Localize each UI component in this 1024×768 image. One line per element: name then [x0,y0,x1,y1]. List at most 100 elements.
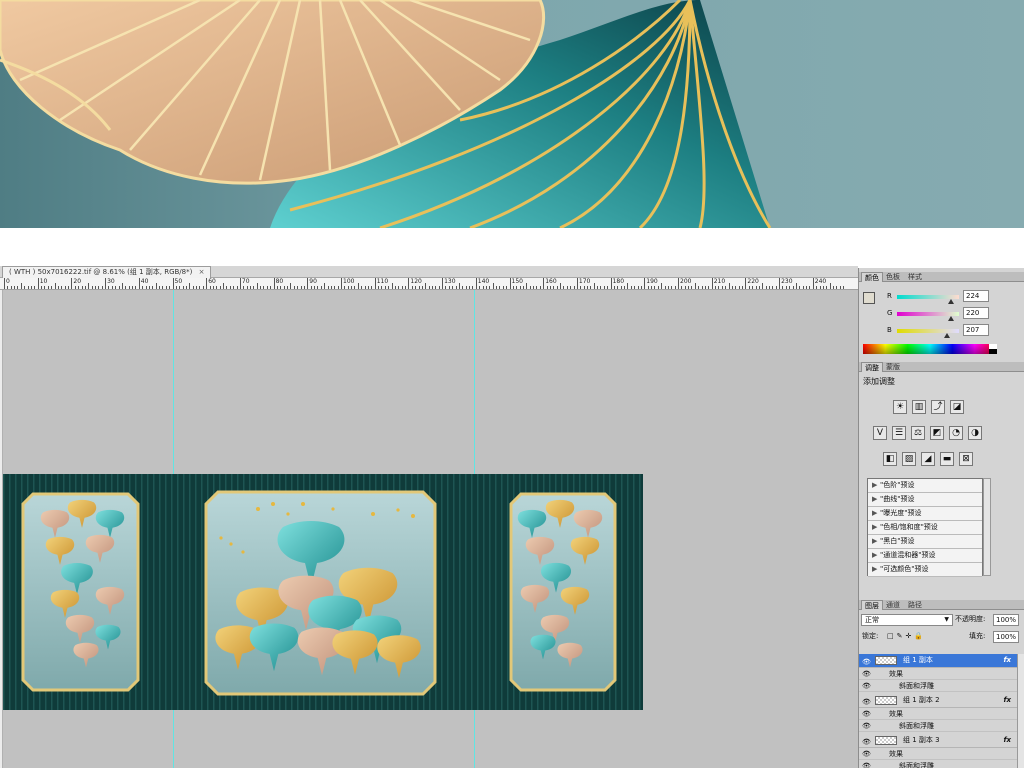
preset-item[interactable]: ▶ "色相/饱和度"预设 [868,521,982,535]
hue-saturation-icon[interactable]: ☰ [892,426,906,440]
ruler-tick [71,278,73,289]
blue-value-input[interactable]: 207 [963,324,989,336]
expand-arrow-icon[interactable]: ▶ [872,521,880,534]
layer-row[interactable]: 👁 组 1 副本 3 fx [859,734,1017,748]
layer-bevel-row[interactable]: 👁 斜面和浮雕 [859,720,1017,732]
expand-arrow-icon[interactable]: ▶ [872,563,880,576]
preset-item[interactable]: ▶ "黑白"预设 [868,535,982,549]
ruler-tick [779,278,781,289]
eye-icon[interactable]: 👁 [862,680,871,692]
exposure-icon[interactable]: ◪ [950,400,964,414]
ruler-minor-tick [445,286,447,289]
selective-color-icon[interactable]: ⊠ [959,452,973,466]
layer-effects-row[interactable]: 👁 效果 [859,708,1017,720]
expand-arrow-icon[interactable]: ▶ [872,493,880,506]
chevron-down-icon: ▼ [944,616,949,623]
eye-icon[interactable]: 👁 [862,668,871,680]
preset-item[interactable]: ▶ "色阶"预设 [868,479,982,493]
expand-arrow-icon[interactable]: ▶ [872,479,880,492]
green-value-input[interactable]: 220 [963,307,989,319]
curves-icon[interactable]: ⤴ [931,400,945,414]
horizontal-ruler[interactable]: 0 10 20 30 40 50 60 70 80 90 100 110 120 130 140 150 160… [0,278,858,290]
layer-bevel-row[interactable]: 👁 斜面和浮雕 [859,680,1017,692]
fx-icon[interactable]: fx [1003,654,1011,667]
tab-channels[interactable]: 通道 [883,600,903,610]
preset-item[interactable]: ▶ "曲线"预设 [868,493,982,507]
ruler-minor-tick [236,286,238,289]
red-value-input[interactable]: 224 [963,290,989,302]
canvas-area[interactable] [3,290,858,768]
adjust-panel-tabs: 调整 蒙版 [859,362,1024,372]
tab-swatches[interactable]: 色板 [883,272,903,282]
ruler-minor-tick [694,283,696,289]
ruler-minor-tick [20,283,22,289]
ruler-minor-tick [330,286,332,289]
color-spectrum-bar[interactable] [863,344,997,354]
ruler-minor-tick [742,286,744,289]
foreground-color-swatch[interactable] [863,292,875,304]
green-slider[interactable]: G 220 [879,307,1019,323]
photo-filter-icon[interactable]: ◔ [949,426,963,440]
blue-slider[interactable]: B 207 [879,324,1019,340]
opacity-input[interactable]: 100% [993,614,1019,626]
eye-icon[interactable]: 👁 [862,760,871,768]
threshold-icon[interactable]: ◢ [921,452,935,466]
layer-effects-row[interactable]: 👁 效果 [859,668,1017,680]
brightness-contrast-icon[interactable]: ☀ [893,400,907,414]
red-thumb[interactable] [948,299,955,304]
green-thumb[interactable] [947,316,954,321]
preset-item[interactable]: ▶ "曝光度"预设 [868,507,982,521]
tab-color[interactable]: 颜色 [861,272,883,282]
levels-icon[interactable]: ▥ [912,400,926,414]
ruler-minor-tick [398,286,400,289]
preset-item[interactable]: ▶ "可选颜色"预设 [868,563,982,577]
ruler-minor-tick [68,286,70,289]
gradient-map-icon[interactable]: ▬ [940,452,954,466]
invert-icon[interactable]: ◧ [883,452,897,466]
ruler-minor-tick [522,286,524,289]
black-white-icon[interactable]: ◩ [930,426,944,440]
vibrance-icon[interactable]: V [873,426,887,440]
ruler-tick [341,278,342,289]
expand-arrow-icon[interactable]: ▶ [872,549,880,562]
ruler-minor-tick [452,286,454,289]
expand-arrow-icon[interactable]: ▶ [872,507,880,520]
ruler-minor-tick [775,286,777,289]
tab-styles[interactable]: 样式 [905,272,925,282]
layer-bevel-row[interactable]: 👁 斜面和浮雕 [859,760,1017,768]
color-balance-icon[interactable]: ⚖ [911,426,925,440]
fill-input[interactable]: 100% [993,631,1019,643]
black-white-ramp[interactable] [989,344,997,354]
channel-mixer-icon[interactable]: ◑ [968,426,982,440]
document-tab[interactable]: ( WTH ) 50x7016222.tif @ 8.61% (组 1 副本, … [2,266,212,278]
tab-paths[interactable]: 路径 [905,600,925,610]
tab-layers[interactable]: 图层 [861,600,883,610]
layer-row[interactable]: 👁 组 1 副本 2 fx [859,694,1017,708]
layer-effects-row[interactable]: 👁 效果 [859,748,1017,760]
eye-icon[interactable]: 👁 [862,708,871,720]
lock-fill-row: 锁定: □✎✛🔒 填充: 100% [859,630,1024,644]
red-slider[interactable]: R 224 [879,290,1019,306]
expand-arrow-icon[interactable]: ▶ [872,535,880,548]
blue-thumb[interactable] [944,333,951,338]
layers-scrollbar[interactable] [1017,654,1024,768]
fx-icon[interactable]: fx [1003,734,1011,747]
blend-mode-select[interactable]: 正常 ▼ [861,614,953,626]
opacity-label: 不透明度: [955,615,986,623]
ruler-minor-tick [563,286,565,289]
posterize-icon[interactable]: ▨ [902,452,916,466]
lock-icons[interactable]: □✎✛🔒 [887,630,926,643]
preset-item[interactable]: ▶ "通道混和器"预设 [868,549,982,563]
tab-adjustments[interactable]: 调整 [861,362,883,372]
tab-masks[interactable]: 蒙版 [883,362,903,372]
layer-row[interactable]: 👁 组 1 副本 fx [859,654,1017,668]
close-icon[interactable]: × [199,268,205,276]
eye-icon[interactable]: 👁 [862,720,871,732]
ruler-minor-tick [671,286,673,289]
ruler-minor-tick [351,286,353,289]
effects-label: 效果 [889,750,903,758]
ruler-minor-tick [91,286,93,289]
eye-icon[interactable]: 👁 [862,748,871,760]
preset-scrollbar[interactable] [983,478,991,576]
fx-icon[interactable]: fx [1003,694,1011,707]
